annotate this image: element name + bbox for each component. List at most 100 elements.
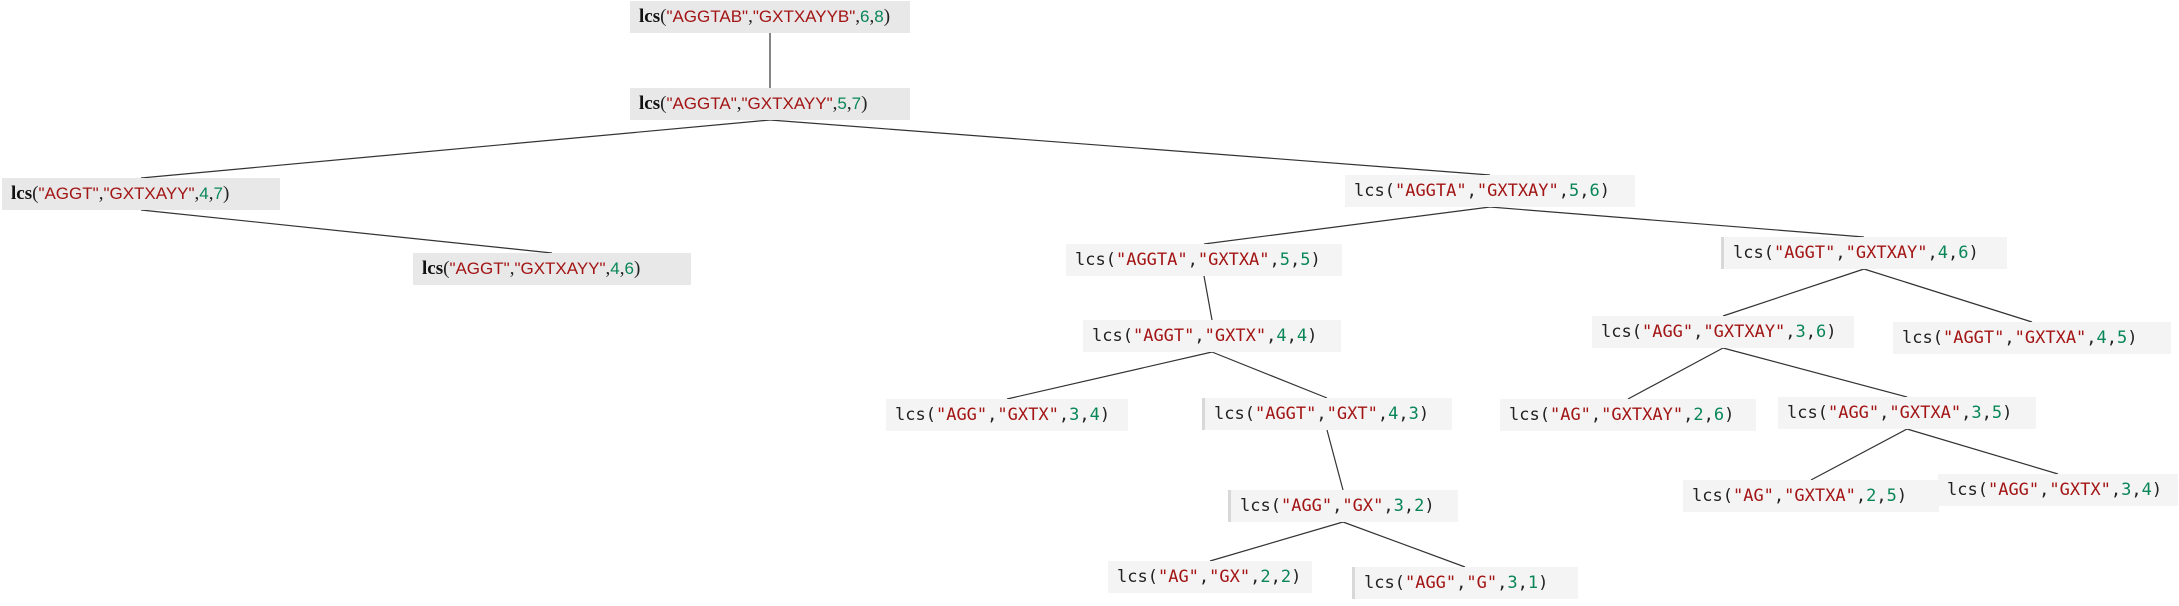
function-name: lcs — [1787, 403, 1818, 423]
tree-node-n11: lcs("AGGT", "GXT", 4, 3) — [1202, 398, 1452, 430]
tree-node-n5: lcs("AGGTA", "GXTXA", 5, 5) — [1066, 244, 1342, 276]
first-index-arg: 3 — [1069, 405, 1080, 425]
punctuation: , — [1948, 243, 1959, 263]
first-index-arg: 4 — [199, 184, 209, 203]
tree-node-n8: lcs("AGG", "GXTXAY", 3, 6) — [1592, 316, 1854, 348]
first-index-arg: 2 — [1260, 567, 1271, 587]
punctuation: , — [1383, 496, 1394, 516]
first-index-arg: 3 — [1507, 573, 1518, 593]
first-string-arg: "AGG" — [935, 405, 988, 425]
tree-node-n12: lcs("AG", "GXTXAY", 2, 6) — [1500, 399, 1756, 431]
second-index-arg: 2 — [1414, 496, 1425, 516]
first-index-arg: 4 — [610, 259, 620, 278]
punctuation: ) — [1896, 486, 1908, 506]
punctuation: , — [1961, 403, 1972, 423]
punctuation: ( — [1763, 243, 1774, 263]
tree-edge-n14-n18 — [1342, 521, 1466, 568]
punctuation: ( — [1270, 496, 1281, 516]
tree-edge-n7-n10 — [1006, 351, 1213, 400]
second-string-arg: "GX" — [1209, 567, 1251, 587]
function-name: lcs — [639, 6, 661, 27]
punctuation: , — [1187, 250, 1198, 270]
second-string-arg: "G" — [1466, 573, 1498, 593]
punctuation: , — [1194, 326, 1205, 346]
function-name: lcs — [1692, 486, 1723, 506]
punctuation: ) — [2151, 480, 2163, 500]
second-index-arg: 2 — [1280, 567, 1292, 587]
second-index-arg: 4 — [1296, 326, 1308, 346]
punctuation: ) — [1724, 405, 1735, 425]
punctuation: , — [2131, 480, 2142, 500]
punctuation: ) — [883, 6, 891, 27]
tree-edge-n1-n4 — [769, 119, 1491, 176]
punctuation: , — [1703, 405, 1714, 425]
tree-node-n6: lcs("AGGT", "GXTXAY", 4, 6) — [1721, 237, 2007, 269]
second-string-arg: "GXTXAY" — [1703, 322, 1786, 342]
punctuation: ) — [1599, 181, 1611, 201]
punctuation: , — [1058, 405, 1070, 425]
function-name: lcs — [422, 258, 444, 279]
second-string-arg: "GXTXA" — [2014, 328, 2087, 348]
punctuation: , — [1773, 486, 1785, 506]
punctuation: ( — [1817, 403, 1828, 423]
punctuation: , — [1290, 250, 1301, 270]
second-index-arg: 4 — [2141, 480, 2152, 500]
tree-node-n15: lcs("AG", "GXTXA", 2, 5) — [1683, 480, 1939, 512]
first-string-arg: "AGGTA" — [1394, 181, 1467, 201]
first-string-arg: "AG" — [1732, 486, 1774, 506]
punctuation: ( — [1977, 480, 1988, 500]
first-string-arg: "AGGT" — [38, 184, 99, 203]
punctuation: , — [1286, 326, 1297, 346]
first-string-arg: "AGGTA" — [1115, 250, 1188, 270]
first-string-arg: "AGG" — [1987, 480, 2040, 500]
function-name: lcs — [639, 93, 661, 114]
punctuation: ( — [1539, 405, 1550, 425]
second-string-arg: "GXTX" — [1204, 326, 1267, 346]
first-index-arg: 3 — [1795, 322, 1806, 342]
second-index-arg: 5 — [2117, 328, 2128, 348]
second-string-arg: "GXTXAYY" — [514, 259, 606, 278]
tree-edge-n11-n14 — [1326, 429, 1344, 491]
first-string-arg: "AGGT" — [449, 259, 510, 278]
punctuation: , — [1270, 567, 1281, 587]
punctuation: , — [1835, 243, 1846, 263]
punctuation: ( — [1384, 181, 1395, 201]
second-string-arg: "GXTX" — [2049, 480, 2111, 500]
function-name: lcs — [1117, 567, 1148, 587]
function-name: lcs — [1364, 573, 1395, 593]
second-string-arg: "GXTXA" — [1784, 486, 1856, 506]
tree-edge-n4-n6 — [1489, 206, 1865, 238]
punctuation: ) — [1291, 567, 1302, 587]
punctuation: ) — [1418, 404, 1430, 424]
punctuation: , — [1805, 322, 1817, 342]
first-index-arg: 5 — [837, 94, 847, 113]
first-index-arg: 3 — [1393, 496, 1404, 516]
first-string-arg: "AGGT" — [1132, 326, 1195, 346]
punctuation: , — [1198, 567, 1210, 587]
punctuation: ( — [1932, 328, 1943, 348]
first-string-arg: "AGG" — [1641, 322, 1694, 342]
tree-node-n3: lcs("AGGT", "GXTXAYY", 4, 6) — [413, 253, 691, 285]
second-index-arg: 6 — [1713, 405, 1725, 425]
punctuation: ) — [861, 93, 868, 114]
punctuation: , — [1981, 403, 1992, 423]
second-index-arg: 6 — [624, 259, 634, 278]
punctuation: , — [1517, 573, 1528, 593]
punctuation: ) — [2127, 328, 2138, 348]
tree-node-n7: lcs("AGGT", "GXTX", 4, 4) — [1083, 320, 1341, 352]
first-string-arg: "AGG" — [1404, 573, 1457, 593]
second-index-arg: 6 — [1816, 322, 1827, 342]
punctuation: , — [2039, 480, 2050, 500]
function-name: lcs — [895, 405, 926, 425]
punctuation: , — [2110, 480, 2122, 500]
punctuation: , — [1079, 405, 1090, 425]
punctuation: , — [2106, 328, 2118, 348]
second-string-arg: "GXTXAY" — [1476, 181, 1559, 201]
tree-edge-n13-n16 — [1906, 428, 2059, 475]
tree-edge-n13-n15 — [1810, 428, 1908, 481]
punctuation: , — [1579, 181, 1590, 201]
tree-edge-n5-n7 — [1203, 275, 1213, 321]
tree-node-n14: lcs("AGG", "GX", 3, 2) — [1228, 490, 1458, 522]
tree-edge-n1-n2 — [140, 119, 771, 179]
second-string-arg: "GXTXA" — [1889, 403, 1962, 423]
